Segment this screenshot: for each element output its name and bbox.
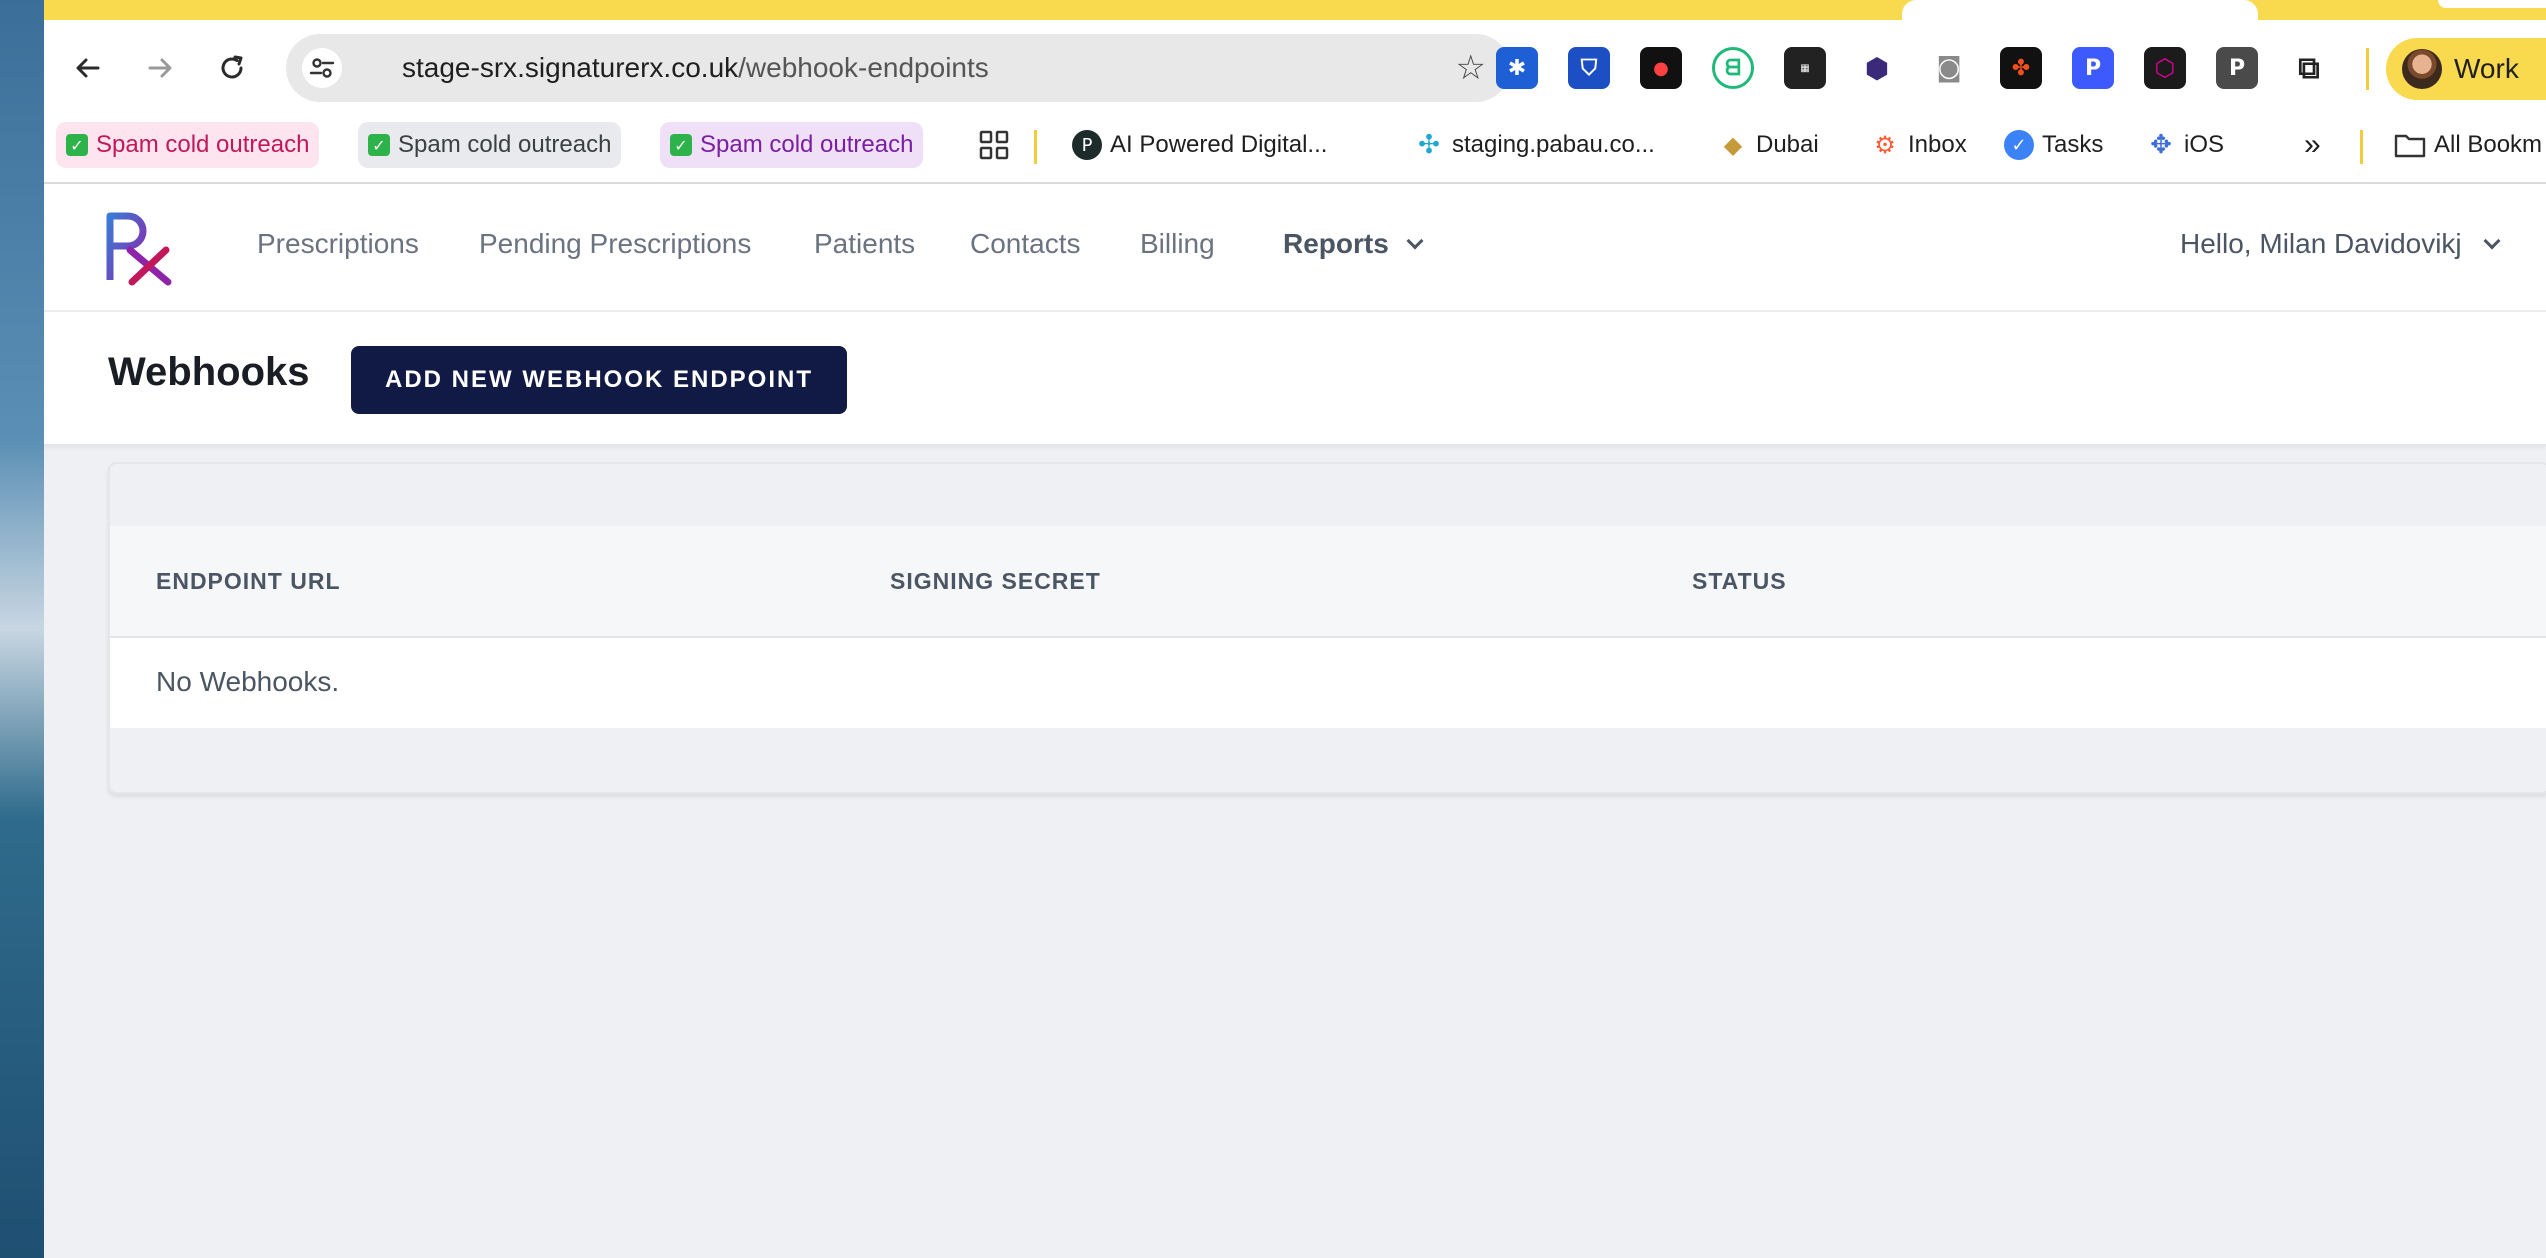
user-greeting: Hello, Milan Davidovikj [2180,228,2462,259]
toolbar-divider [2366,48,2369,90]
bookmark-label: Inbox [1908,131,1967,158]
bookmark-star-icon[interactable]: ☆ [1456,48,1486,88]
table-row: No Webhooks. [110,638,2546,728]
check-icon: ✓ [670,134,692,156]
url-host: stage-srx.signaturerx.co.uk [402,52,739,83]
bookmark-label: Spam cold outreach [398,131,612,158]
nav-prescriptions[interactable]: Prescriptions [257,228,419,260]
bookmark-dubai[interactable]: ◆ Dubai [1708,122,1829,168]
chevron-down-icon [1406,232,1424,250]
apps-grid-button[interactable] [968,122,1020,168]
tab-strip-right [2354,0,2546,20]
nav-patients[interactable]: Patients [814,228,915,260]
bookmarks-divider-2 [2360,130,2363,164]
bookmark-label: Spam cold outreach [700,131,914,158]
hubspot-icon: ⚙ [1870,130,1900,160]
bookmark-label: Spam cold outreach [96,131,310,158]
check-icon: ✓ [66,134,88,156]
column-status[interactable]: STATUS [1692,568,1787,595]
bookmark-ios[interactable]: ✥ iOS [2136,122,2234,168]
tasks-check-icon: ✓ [2004,130,2034,160]
bookmarks-divider [1034,130,1037,164]
chevron-double-right-icon: » [2304,128,2321,161]
bookmark-label: staging.pabau.co... [1452,131,1655,158]
pabau-icon: ✣ [1414,130,1444,160]
browser-toolbar: stage-srx.signaturerx.co.uk/webhook-endp… [44,20,2546,116]
extension-cube-icon[interactable]: ⬢ [1856,47,1898,89]
more-bookmarks-button[interactable]: » [2294,122,2331,168]
extension-record-icon[interactable]: ● [1640,47,1682,89]
profile-button[interactable]: Work [2386,38,2546,100]
page-title: Webhooks [108,350,310,394]
graphql-icon[interactable]: ⬡ [2144,47,2186,89]
rx-logo[interactable] [104,210,174,286]
bookmark-spam-outreach-2[interactable]: ✓ Spam cold outreach [358,122,622,168]
bookmark-spam-outreach-1[interactable]: ✓ Spam cold outreach [56,122,320,168]
url-text: stage-srx.signaturerx.co.uk/webhook-endp… [402,52,989,84]
p-circle-icon: P [1072,130,1102,160]
figma-icon[interactable]: ✤ [2000,47,2042,89]
table-header: ENDPOINT URL SIGNING SECRET STATUS [110,526,2546,638]
active-tab[interactable] [1902,0,2258,20]
empty-state-message: No Webhooks. [156,666,340,697]
extension-p-gray-icon[interactable]: P [2216,47,2258,89]
nav-pending-prescriptions[interactable]: Pending Prescriptions [479,228,751,260]
url-path: /webhook-endpoints [738,52,989,83]
column-endpoint-url[interactable]: ENDPOINT URL [156,568,341,595]
extension-bitwarden-icon[interactable]: ⛉ [1568,47,1610,89]
bookmark-ai-powered[interactable]: P AI Powered Digital... [1062,122,1337,168]
extension-news-icon[interactable]: ▦ [1784,47,1826,89]
pinwheel-icon: ✥ [2146,130,2176,160]
bookmark-label: All Bookm [2434,131,2543,158]
bookmark-tasks[interactable]: ✓ Tasks [1994,122,2113,168]
nav-contacts[interactable]: Contacts [970,228,1081,260]
apps-grid-icon [979,130,1009,160]
add-webhook-endpoint-button[interactable]: ADD NEW WEBHOOK ENDPOINT [351,346,847,414]
tab-strip [44,0,2546,20]
reload-button[interactable] [214,50,250,86]
folder-icon [2394,134,2426,158]
nav-reports-label: Reports [1283,228,1389,259]
dubai-folder-icon: ◆ [1718,130,1748,160]
user-menu[interactable]: Hello, Milan Davidovikj [2180,228,2501,260]
extension-leaf-icon[interactable]: ᗺ [1712,47,1754,89]
column-signing-secret[interactable]: SIGNING SECRET [890,568,1101,595]
check-icon: ✓ [368,134,390,156]
profile-label: Work [2454,53,2519,84]
bookmark-spam-outreach-3[interactable]: ✓ Spam cold outreach [660,122,924,168]
page-header: Webhooks ADD NEW WEBHOOK ENDPOINT [44,312,2546,446]
site-settings-icon[interactable] [302,48,342,88]
forward-arrow-icon [148,58,172,78]
app-header: Prescriptions Pending Prescriptions Pati… [44,184,2546,312]
nav-reports-dropdown[interactable]: Reports [1283,228,1424,260]
extensions-area: ✱ ⛉ ● ᗺ ▦ ⬢ ◙ ✤ P ⬡ P ⧉ [1496,46,2330,90]
bookmark-label: Dubai [1756,131,1819,158]
extension-gear-icon[interactable]: ✱ [1496,47,1538,89]
bookmarks-bar: ✓ Spam cold outreach ✓ Spam cold outreac… [44,116,2546,184]
back-arrow-icon [76,58,100,78]
bookmark-label: Tasks [2042,131,2104,158]
browser-window: stage-srx.signaturerx.co.uk/webhook-endp… [44,0,2546,1258]
back-button[interactable] [70,50,106,86]
bookmark-label: iOS [2184,131,2225,158]
chevron-down-icon [2483,232,2501,250]
camera-icon[interactable]: ◙ [1928,47,1970,89]
bookmark-inbox[interactable]: ⚙ Inbox [1860,122,1977,168]
nav-billing[interactable]: Billing [1140,228,1215,260]
webhooks-table-card: ENDPOINT URL SIGNING SECRET STATUS No We… [108,462,2546,794]
address-bar[interactable]: stage-srx.signaturerx.co.uk/webhook-endp… [286,34,1510,102]
bookmark-staging-pabau[interactable]: ✣ staging.pabau.co... [1404,122,1665,168]
desktop-background [0,0,44,1258]
avatar [2402,49,2442,89]
forward-button[interactable] [142,50,178,86]
bookmark-all-bookmarks[interactable]: All Bookm [2384,122,2546,168]
bookmark-label: AI Powered Digital... [1110,131,1328,158]
puzzle-icon[interactable]: ⧉ [2288,47,2330,89]
reload-icon [221,55,243,79]
extension-p-blue-icon[interactable]: P [2072,47,2114,89]
